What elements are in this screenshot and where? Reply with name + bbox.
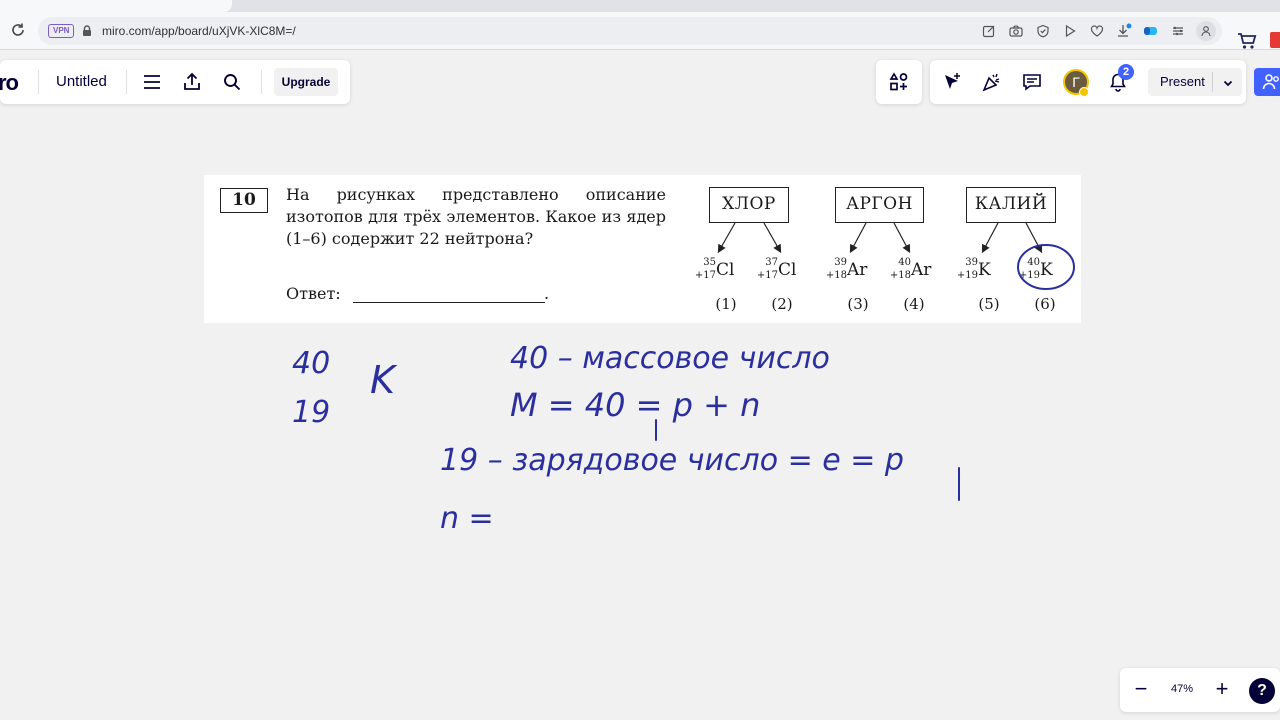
isotope-mass: 40 [898,257,911,268]
isotope-index-4: (4) [903,295,925,313]
ink-mass: 40 [292,346,330,381]
export-icon[interactable] [180,70,204,94]
divider [1212,72,1213,92]
upgrade-button[interactable]: Upgrade [274,68,338,96]
zoom-controls: − 47% + ? [1120,668,1280,712]
play-icon[interactable] [1061,22,1079,40]
heart-icon[interactable] [1088,22,1106,40]
camera-icon[interactable] [1007,22,1025,40]
isotope-symbol: Ar [911,260,932,280]
isotope-6: 40 +19 K [1018,257,1062,285]
extension-icon[interactable] [1142,22,1160,40]
browser-tab-strip [0,0,1280,12]
isotope-charge: +18 [889,270,911,281]
cart-icon[interactable] [1236,30,1258,52]
element-box-potassium: КАЛИЙ [966,187,1056,223]
active-tab-edge[interactable] [0,0,232,12]
divider [261,70,262,94]
element-box-argon: АРГОН [835,187,924,223]
zoom-in-button[interactable]: + [1210,678,1234,702]
menu-list-icon[interactable] [1169,22,1187,40]
address-bar-row: VPN miro.com/app/board/uXjVK-XlC8M=/ [0,12,1280,50]
collaboration-toolbar: Г 2 Present [930,60,1246,104]
isotope-index-6: (6) [1034,295,1056,313]
isotope-mass: 37 [765,257,778,268]
isotope-5: 39 +19 K [956,257,1000,285]
ink-note-charge: 19 – зарядовое число = e = p [440,443,904,478]
ink-neutrons: n = [440,501,494,536]
answer-blank [353,302,545,303]
isotope-charge: +19 [1018,270,1040,281]
answer-label: Ответ: [286,284,341,303]
reload-icon[interactable] [10,22,26,38]
isotope-charge: +18 [825,270,847,281]
zoom-level[interactable]: 47% [1164,683,1200,695]
isotope-charge: +17 [694,270,716,281]
help-button[interactable]: ? [1249,678,1275,704]
shield-icon[interactable] [1034,22,1052,40]
cursor-icon[interactable] [940,70,964,94]
url-text[interactable]: miro.com/app/board/uXjVK-XlC8M=/ [102,23,296,39]
divider [38,70,39,94]
isotope-charge: +19 [956,270,978,281]
isotope-mass: 39 [965,257,978,268]
comment-icon[interactable] [1020,70,1044,94]
board-toolbar: ro Untitled Upgrade [0,60,350,104]
isotope-3: 39 +18 Ar [825,257,875,285]
ink-charge: 19 [292,395,330,430]
ink-note-mass: 40 – массовое число [510,341,830,376]
divider [126,70,127,94]
isotope-symbol: Cl [778,260,797,280]
isotope-mass: 39 [834,257,847,268]
task-question: На рисунках представлено описание изотоп… [286,185,666,248]
ink-symbol: K [370,358,398,402]
chevron-down-icon[interactable] [1222,76,1234,88]
board-title[interactable]: Untitled [56,73,107,90]
isotope-index-1: (1) [715,295,737,313]
isotope-mass: 35 [703,257,716,268]
task-number: 10 [220,188,268,213]
status-dot [1079,87,1089,97]
isotope-index-3: (3) [847,295,869,313]
miro-logo[interactable]: ro [0,70,19,96]
isotope-symbol: Cl [716,260,735,280]
isotope-index-2: (2) [771,295,793,313]
share-button[interactable] [1254,68,1280,96]
profile-icon[interactable] [1196,21,1216,41]
zoom-out-button[interactable]: − [1129,678,1153,702]
present-label: Present [1160,74,1205,89]
apps-icon[interactable] [887,70,911,94]
edit-icon[interactable] [980,22,998,40]
download-icon[interactable] [1115,22,1133,40]
isotope-2: 37 +17 Cl [756,257,802,285]
apps-panel [876,60,922,104]
element-box-chlorine: ХЛОР [709,187,789,223]
search-icon[interactable] [220,70,244,94]
isotope-symbol: Ar [847,260,868,280]
notifications-badge: 2 [1118,64,1134,80]
isotope-mass: 40 [1027,257,1040,268]
isotope-4: 40 +18 Ar [889,257,939,285]
task-image[interactable]: 10 На рисунках представлено описание изо… [204,175,1081,323]
celebrate-icon[interactable] [980,70,1004,94]
isotope-charge: +17 [756,270,778,281]
lock-icon[interactable] [80,24,94,38]
ink-formula: M = 40 = p + n [510,386,760,424]
vpn-badge[interactable]: VPN [48,24,75,38]
flag-icon[interactable] [1270,32,1280,48]
omnibox[interactable]: VPN miro.com/app/board/uXjVK-XlC8M=/ [38,17,1222,45]
menu-icon[interactable] [140,70,164,94]
handwriting-layer: 40 19 K 40 – массовое число M = 40 = p +… [292,244,1075,536]
isotope-1: 35 +17 Cl [694,257,740,285]
answer-period: . [544,284,550,303]
isotope-index-5: (5) [978,295,1000,313]
present-button[interactable]: Present [1148,68,1242,96]
isotope-symbol: K [978,260,991,280]
isotope-symbol: K [1040,260,1053,280]
